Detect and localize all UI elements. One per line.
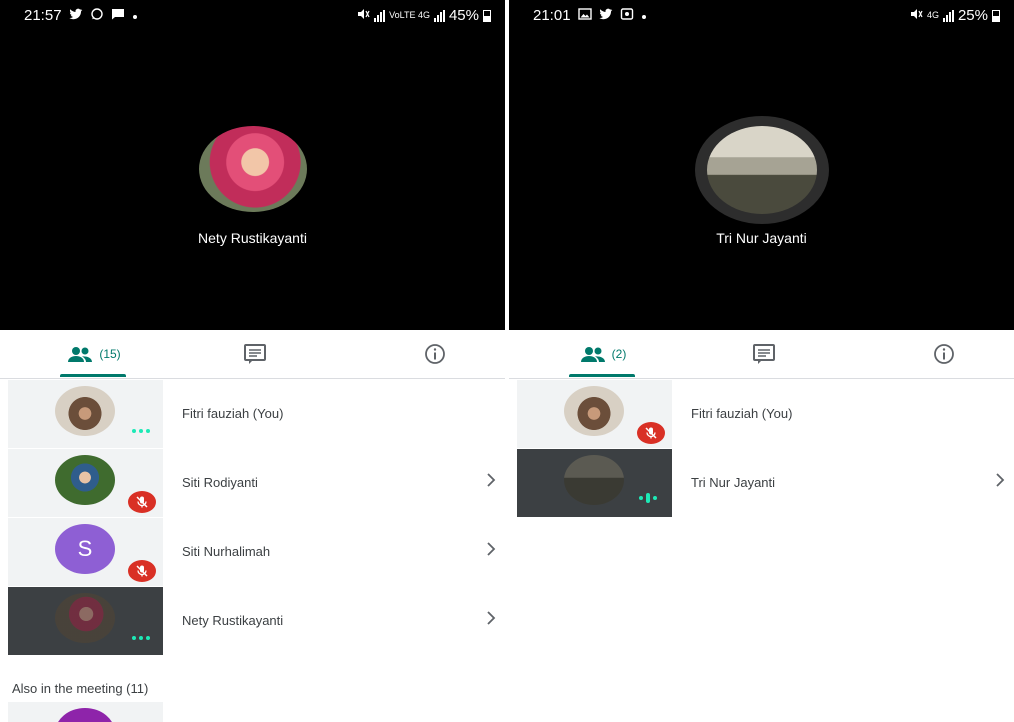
chevron-right-icon[interactable]: [486, 611, 496, 625]
chevron-right-icon[interactable]: [995, 473, 1005, 487]
battery-icon: [992, 9, 1000, 22]
mute-notifications-icon: [909, 7, 923, 24]
image-icon: [577, 7, 592, 24]
participant-row[interactable]: Nety Rustikayanti: [0, 587, 505, 655]
participant-row[interactable]: Tri Nur Jayanti: [509, 449, 1014, 517]
stage-avatar: [198, 126, 307, 212]
participant-thumb: S: [8, 518, 163, 586]
participant-name: Fitri fauziah (You): [691, 406, 793, 421]
avatar: [564, 455, 624, 505]
chevron-right-icon[interactable]: [486, 473, 496, 487]
mute-notifications-icon: [356, 7, 370, 24]
battery-percent: 25%: [957, 7, 988, 24]
tab-indicator: [569, 374, 635, 377]
info-icon: [933, 343, 955, 365]
network-type: 4G: [926, 10, 939, 20]
avatar: [55, 708, 115, 722]
avatar-initial: S: [55, 524, 115, 574]
avatar: [55, 386, 115, 436]
signal-icon: [374, 9, 386, 22]
signal-icon: [942, 9, 954, 22]
participant-name: Siti Nurhalimah: [182, 544, 271, 559]
participant-thumb: [517, 449, 672, 517]
participant-name: Nety Rustikayanti: [182, 613, 284, 628]
status-time: 21:01: [533, 7, 571, 24]
phone-screen-right: 21:01 4G 25% Tri Nur Jayanti (2) Fitri f…: [509, 0, 1014, 722]
signal-icon-2: [433, 9, 445, 22]
twitter-icon: [598, 7, 613, 24]
battery-icon: [483, 9, 491, 22]
tab-indicator: [60, 374, 126, 377]
more-dots-icon: [132, 429, 150, 433]
tab-info[interactable]: [909, 330, 979, 378]
tab-bar: (15): [0, 330, 505, 379]
dot-icon: [641, 10, 647, 22]
screen-record-icon: [620, 7, 634, 24]
chevron-right-icon[interactable]: [486, 542, 496, 556]
battery-percent: 45%: [448, 7, 479, 24]
phone-screen-left: 21:57 VoLTE 4G 45% Nety Rustikayanti (15…: [0, 0, 505, 722]
participant-thumb[interactable]: [8, 702, 163, 722]
people-icon: [580, 346, 606, 362]
info-icon: [424, 343, 446, 365]
chat-icon: [752, 343, 776, 365]
stage-participant-name: Nety Rustikayanti: [198, 230, 307, 246]
participant-name: Fitri fauziah (You): [182, 406, 284, 421]
more-dots-icon: [132, 636, 150, 640]
participant-thumb: [8, 587, 163, 655]
status-bar: 21:57 VoLTE 4G 45%: [0, 0, 505, 30]
people-icon: [67, 346, 93, 362]
stage-participant-name: Tri Nur Jayanti: [716, 230, 807, 246]
tab-people[interactable]: (15): [52, 330, 136, 378]
chat-icon: [243, 343, 267, 365]
avatar: [55, 593, 115, 643]
participant-thumb: [517, 380, 672, 448]
participant-row[interactable]: Fitri fauziah (You): [0, 380, 505, 448]
speaking-indicator-icon: [639, 493, 657, 503]
avatar: [564, 386, 624, 436]
mic-off-icon: [637, 422, 665, 444]
avatar: [55, 455, 115, 505]
dot-icon: [132, 10, 138, 22]
whatsapp-icon: [90, 7, 104, 24]
tab-chat[interactable]: [729, 330, 799, 378]
participant-row[interactable]: S Siti Nurhalimah: [0, 518, 505, 586]
tab-bar: (2): [509, 330, 1014, 379]
also-in-meeting-header: Also in the meeting (11): [12, 681, 149, 696]
video-stage[interactable]: Tri Nur Jayanti: [509, 30, 1014, 330]
participant-thumb: [8, 380, 163, 448]
tab-chat[interactable]: [220, 330, 290, 378]
tab-people[interactable]: (2): [561, 330, 645, 378]
participant-row[interactable]: Siti Rodiyanti: [0, 449, 505, 517]
video-stage[interactable]: Nety Rustikayanti: [0, 30, 505, 330]
twitter-icon: [68, 7, 83, 24]
participant-row[interactable]: Fitri fauziah (You): [509, 380, 1014, 448]
stage-avatar: [706, 126, 817, 214]
status-time: 21:57: [24, 7, 62, 24]
people-count: (2): [611, 347, 627, 361]
status-bar: 21:01 4G 25%: [509, 0, 1014, 30]
mic-off-icon: [128, 491, 156, 513]
participant-name: Tri Nur Jayanti: [691, 475, 776, 490]
people-count: (15): [99, 347, 121, 361]
network-type: VoLTE 4G: [389, 10, 430, 20]
participant-thumb: [8, 449, 163, 517]
mic-off-icon: [128, 560, 156, 582]
tab-info[interactable]: [400, 330, 470, 378]
message-icon: [111, 7, 125, 24]
participant-name: Siti Rodiyanti: [182, 475, 258, 490]
